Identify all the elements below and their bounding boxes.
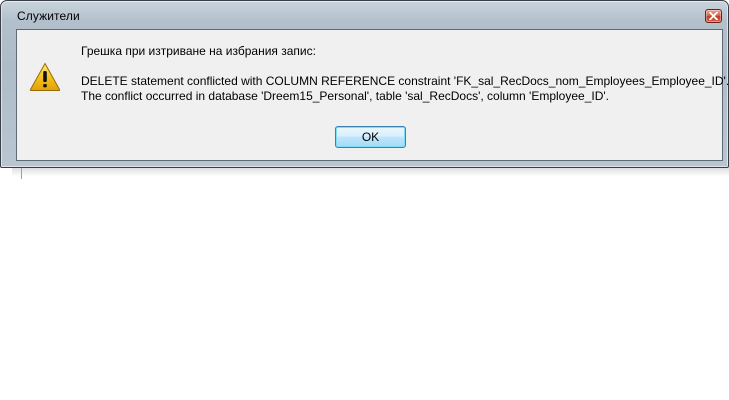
error-heading: Грешка при изтриване на избрания запис:	[81, 44, 316, 58]
title-bar[interactable]: Служители	[1, 1, 728, 31]
close-button[interactable]	[705, 9, 722, 23]
error-message: DELETE statement conflicted with COLUMN …	[81, 74, 729, 104]
underlying-window-edge	[21, 167, 22, 179]
message-dialog: Служители Грешка при изтриване на избран…	[0, 0, 729, 168]
dialog-content: Грешка при изтриване на избрания запис: …	[16, 29, 729, 161]
warning-icon	[29, 62, 61, 91]
ok-button[interactable]: OK	[335, 126, 406, 148]
window-title: Служители	[17, 9, 80, 23]
close-icon	[709, 12, 718, 20]
error-message-line-1: DELETE statement conflicted with COLUMN …	[81, 74, 729, 88]
error-message-line-2: The conflict occurred in database 'Dreem…	[81, 89, 610, 103]
